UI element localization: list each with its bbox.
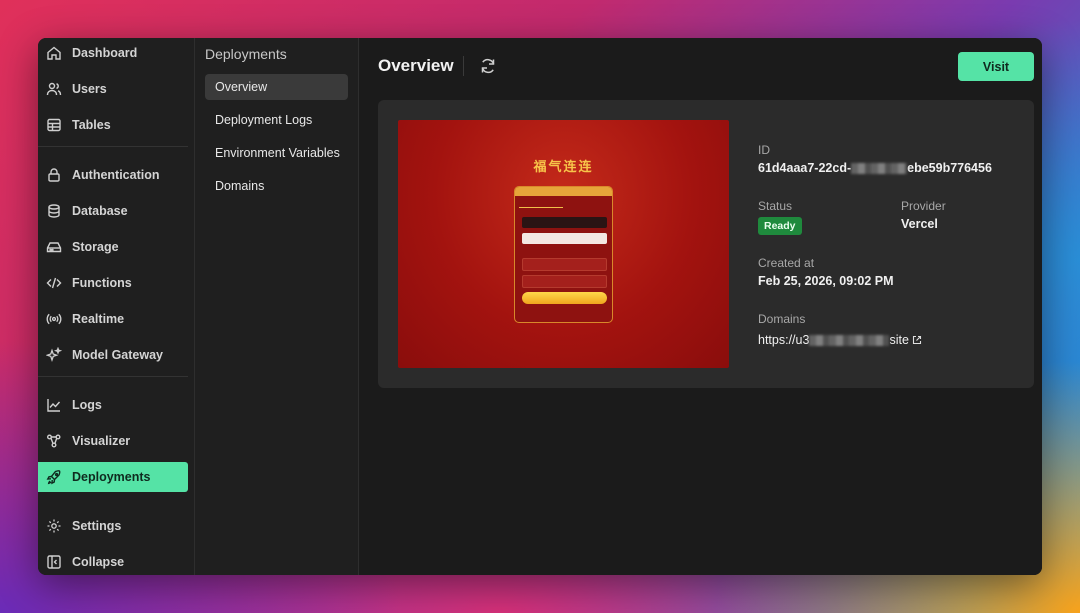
nav-item-label: Realtime	[72, 312, 125, 326]
gear-icon	[47, 519, 61, 533]
nav-item-label: Tables	[72, 118, 111, 132]
chart-line-icon	[47, 399, 61, 412]
preview-google-button	[522, 233, 607, 244]
visit-button[interactable]: Visit	[958, 52, 1034, 81]
nav-item-visualizer[interactable]: Visualizer	[38, 426, 188, 456]
domain-start: https://u3	[758, 333, 810, 347]
nav-item-label: Authentication	[72, 168, 160, 182]
refresh-icon[interactable]	[478, 56, 498, 76]
nav-item-model-gateway[interactable]: Model Gateway	[38, 340, 188, 370]
table-icon	[47, 118, 61, 132]
id-value-start: 61d4aaa7-22cd-	[758, 161, 852, 175]
nav-item-label: Deployments	[72, 470, 151, 484]
preview-login-card	[514, 186, 613, 323]
id-value-end: ebe59b776456	[907, 161, 992, 175]
subnav-item-domains[interactable]: Domains	[205, 173, 348, 199]
main-content: Overview Visit 福气连连 ID 61d4aaa7-22cd-ebe…	[359, 38, 1042, 575]
domains-label: Domains	[758, 312, 806, 326]
nav-divider	[38, 376, 188, 377]
preview-input-field	[522, 275, 607, 288]
preview-input-field	[522, 258, 607, 271]
provider-label: Provider	[901, 199, 946, 213]
nav-item-storage[interactable]: Storage	[38, 232, 188, 262]
nav-item-users[interactable]: Users	[38, 74, 188, 104]
redacted-block	[851, 163, 908, 175]
nav-item-settings[interactable]: Settings	[38, 511, 188, 541]
nav-item-label: Model Gateway	[72, 348, 163, 362]
nav-item-authentication[interactable]: Authentication	[38, 160, 188, 190]
preview-github-button	[522, 217, 607, 228]
deployments-subnav: Deployments Overview Deployment Logs Env…	[195, 38, 359, 575]
id-label: ID	[758, 143, 770, 157]
collapse-icon	[47, 555, 61, 569]
nav-item-label: Visualizer	[72, 434, 131, 448]
id-value: 61d4aaa7-22cd-ebe59b776456	[758, 161, 992, 175]
nav-item-label: Settings	[72, 519, 122, 533]
preview-tab-underline	[519, 207, 563, 208]
nav-item-label: Functions	[72, 276, 132, 290]
nav-divider	[38, 146, 188, 147]
subnav-title: Deployments	[205, 46, 287, 62]
nav-item-label: Logs	[72, 398, 102, 412]
broadcast-icon	[46, 313, 62, 325]
nav-item-label: Collapse	[72, 555, 125, 569]
provider-value: Vercel	[901, 217, 938, 231]
subnav-item-deployment-logs[interactable]: Deployment Logs	[205, 107, 348, 133]
rocket-icon	[46, 470, 61, 485]
app-window: Dashboard Users Tables Authentication Da…	[38, 38, 1042, 575]
sparkles-icon	[46, 347, 62, 363]
nav-item-label: Database	[72, 204, 128, 218]
nav-item-database[interactable]: Database	[38, 196, 188, 226]
nav-item-functions[interactable]: Functions	[38, 268, 188, 298]
deployment-card: 福气连连 ID 61d4aaa7-22cd-ebe59b776456 Statu…	[378, 100, 1034, 388]
status-label: Status	[758, 199, 793, 213]
title-divider	[463, 56, 464, 76]
created-at-value: Feb 25, 2026, 09:02 PM	[758, 274, 894, 288]
domain-link[interactable]: https://u3 site	[758, 333, 922, 347]
preview-title: 福气连连	[533, 159, 594, 174]
subnav-item-overview[interactable]: Overview	[205, 74, 348, 100]
nav-item-dashboard[interactable]: Dashboard	[38, 38, 188, 68]
preview-submit-button	[522, 292, 607, 304]
code-icon	[46, 277, 62, 289]
domain-end: site	[889, 333, 909, 347]
database-icon	[48, 204, 60, 218]
external-link-icon	[912, 335, 921, 345]
deployment-preview-image[interactable]: 福气连连	[398, 120, 729, 368]
preview-card-header	[515, 187, 612, 196]
nav-item-deployments[interactable]: Deployments	[38, 462, 188, 492]
redacted-block	[809, 335, 890, 347]
nav-item-label: Dashboard	[72, 46, 138, 60]
page-title: Overview	[378, 56, 454, 75]
users-icon	[46, 82, 62, 96]
status-badge: Ready	[758, 217, 802, 235]
primary-sidebar: Dashboard Users Tables Authentication Da…	[38, 38, 195, 575]
nav-item-logs[interactable]: Logs	[38, 390, 188, 420]
created-at-label: Created at	[758, 256, 815, 270]
nav-item-realtime[interactable]: Realtime	[38, 304, 188, 334]
lock-icon	[48, 168, 60, 182]
nav-item-label: Users	[72, 82, 107, 96]
home-icon	[47, 46, 61, 60]
nav-item-label: Storage	[72, 240, 119, 254]
nav-item-collapse[interactable]: Collapse	[38, 547, 188, 575]
storage-icon	[46, 242, 62, 253]
subnav-item-environment-variables[interactable]: Environment Variables	[205, 140, 348, 166]
graph-icon	[47, 434, 61, 448]
nav-item-tables[interactable]: Tables	[38, 110, 188, 140]
